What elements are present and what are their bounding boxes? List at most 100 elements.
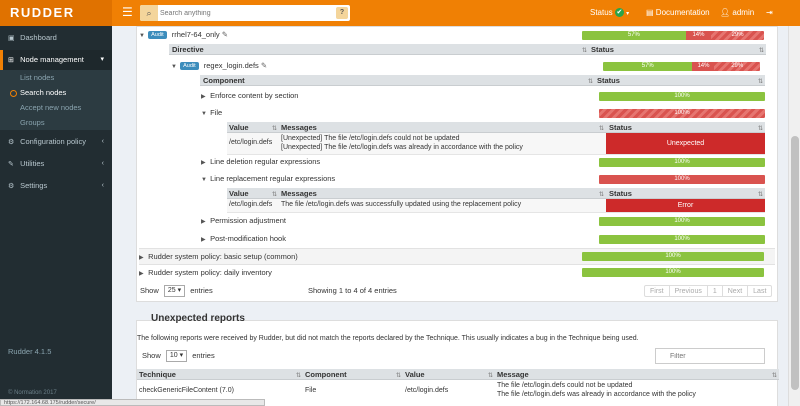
header-label: Component xyxy=(305,370,347,379)
component-compliance-bar: 100% xyxy=(599,235,765,244)
sidebar-subitem-search-nodes[interactable]: Search nodes xyxy=(0,85,112,100)
page-length-select[interactable]: 10 ▾ xyxy=(165,350,188,363)
status-ok-icon: ✔ xyxy=(614,8,624,18)
sidebar-subitem-groups[interactable]: Groups xyxy=(0,115,112,130)
page-length-value: 25 xyxy=(167,287,176,295)
user-menu[interactable]: 👤︎ admin xyxy=(720,0,754,26)
caret-right-icon: ▶ xyxy=(139,271,144,277)
value-column-header[interactable]: Value ⇅ xyxy=(227,188,279,199)
logout-icon[interactable]: ⇥ xyxy=(766,0,773,26)
value-status-header[interactable]: Status ⇅ xyxy=(606,122,765,133)
page-previous-button[interactable]: Previous xyxy=(670,286,708,296)
sidebar-item-node-management[interactable]: ⊞ Node management ▾ xyxy=(0,50,112,70)
rule-compliance-bar: 100% xyxy=(582,252,764,261)
entries-label: entries xyxy=(190,286,213,295)
sort-icon: ⇅ xyxy=(581,48,587,54)
search-icon: ⌕ xyxy=(140,5,158,21)
main-content: ▼ Audit rrhel7-64_only ✎ 57% 14% 29% Dir… xyxy=(112,26,788,406)
sidebar-subitem-accept-nodes[interactable]: Accept new nodes xyxy=(0,100,112,115)
component-row[interactable]: ▼ Line replacement regular expressions xyxy=(201,171,335,187)
rule-name: Rudder system policy: daily inventory xyxy=(148,268,272,277)
value-status-header[interactable]: Status ⇅ xyxy=(606,188,765,199)
success-segment: 100% xyxy=(582,268,764,277)
filter-input[interactable] xyxy=(655,348,765,364)
success-segment: 100% xyxy=(599,235,765,244)
page-1-button[interactable]: 1 xyxy=(708,286,723,296)
sidebar-item-dashboard[interactable]: ▣ Dashboard xyxy=(0,28,112,48)
status-header-label: Status xyxy=(591,45,614,54)
status-column-header[interactable]: Status ⇅ xyxy=(589,44,766,55)
chevron-down-icon: ▾ xyxy=(100,56,104,63)
directive-column-header[interactable]: Directive ⇅ xyxy=(169,44,589,55)
search-input[interactable] xyxy=(160,7,320,19)
sidebar-item-label: Utilities xyxy=(20,159,45,168)
rudder-logo[interactable]: RUDDER xyxy=(0,0,112,26)
messages-column-header[interactable]: Messages ⇅ xyxy=(279,122,606,133)
status-cell-error: Error xyxy=(606,199,765,212)
menu-toggle-icon[interactable]: ☰ xyxy=(122,6,133,18)
error-segment: 100% xyxy=(599,175,765,184)
copyright-label: © Normation 2017 xyxy=(8,390,57,396)
wrench-icon: ✎ xyxy=(8,161,14,168)
caret-down-icon: ▼ xyxy=(171,64,177,70)
scrollbar-thumb[interactable] xyxy=(791,136,799,390)
book-icon: ▤ xyxy=(646,8,654,17)
status-menu[interactable]: Status ✔ ▾ xyxy=(590,0,629,26)
page-last-button[interactable]: Last xyxy=(748,286,771,296)
edit-icon[interactable]: ✎ xyxy=(261,61,267,70)
sidebar-item-configuration-policy[interactable]: ⚙ Configuration policy ‹ xyxy=(0,132,112,152)
messages-header-label: Messages xyxy=(281,189,317,198)
search-help-icon[interactable]: ? xyxy=(336,7,348,19)
chevron-left-icon: ‹ xyxy=(101,182,104,189)
top-navbar: RUDDER ☰ ⌕ ? Status ✔ ▾ ▤ Documentation … xyxy=(0,0,800,26)
version-label: Rudder 4.1.5 xyxy=(8,347,52,356)
chevron-left-icon: ‹ xyxy=(101,160,104,167)
component-column-header[interactable]: Component ⇅ xyxy=(303,369,403,380)
sitemap-icon: ⊞ xyxy=(8,57,14,64)
directive-header-label: Directive xyxy=(172,45,204,54)
component-row[interactable]: ▶ Permission adjustment xyxy=(201,213,286,229)
edit-icon[interactable]: ✎ xyxy=(222,30,228,39)
sidebar-subitem-list-nodes[interactable]: List nodes xyxy=(0,70,112,85)
message-line: [Unexpected] The file /etc/login.defs wa… xyxy=(281,144,523,151)
messages-column-header[interactable]: Messages ⇅ xyxy=(279,188,606,199)
table-row: checkGenericFileContent (7.0) File /etc/… xyxy=(137,381,779,401)
success-segment: 100% xyxy=(599,92,765,101)
value-column-header[interactable]: Value ⇅ xyxy=(227,122,279,133)
value-column-header[interactable]: Value ⇅ xyxy=(403,369,495,380)
value-cell: /etc/login.defs xyxy=(229,201,273,208)
sidebar-item-utilities[interactable]: ✎ Utilities ‹ xyxy=(0,154,112,174)
rule-name: Rudder system policy: basic setup (commo… xyxy=(148,252,298,261)
message-line: The file /etc/login.defs was successfull… xyxy=(281,201,522,208)
sidebar-item-label: Node management xyxy=(20,55,84,64)
component-column-header[interactable]: Component ⇅ xyxy=(200,75,595,86)
sort-icon: ⇅ xyxy=(757,79,763,85)
value-row: /etc/login.defs The file /etc/login.defs… xyxy=(227,199,765,213)
documentation-link[interactable]: ▤ Documentation xyxy=(646,0,710,26)
sidebar-item-settings[interactable]: ⚙ Settings ‹ xyxy=(0,176,112,196)
page-first-button[interactable]: First xyxy=(645,286,670,296)
success-segment: 100% xyxy=(582,252,764,261)
component-row[interactable]: ▶ Line deletion regular expressions xyxy=(201,154,320,170)
caret-right-icon: ▶ xyxy=(201,94,206,100)
component-name: Enforce content by section xyxy=(210,91,299,100)
component-row[interactable]: ▶ Post-modification hook xyxy=(201,231,286,247)
page-next-button[interactable]: Next xyxy=(723,286,749,296)
caret-down-icon: ▼ xyxy=(139,33,145,39)
component-status-header[interactable]: Status ⇅ xyxy=(595,75,765,86)
sidebar-item-label: Settings xyxy=(20,181,48,190)
component-name: Line deletion regular expressions xyxy=(210,157,321,166)
error-segment: 14% xyxy=(685,31,712,40)
page-scrollbar[interactable] xyxy=(788,26,800,406)
component-row[interactable]: ▶ Enforce content by section xyxy=(201,88,298,104)
page-length-select[interactable]: 25 ▾ xyxy=(163,285,186,298)
caret-down-icon: ▼ xyxy=(201,177,207,183)
technique-column-header[interactable]: Technique ⇅ xyxy=(137,369,303,380)
status-cell-unexpected: Unexpected xyxy=(606,133,765,154)
directive-compliance-bar: 57% 14% 29% xyxy=(603,62,760,71)
header-label: Message xyxy=(497,370,529,379)
component-name: Line replacement regular expressions xyxy=(210,174,336,183)
message-column-header[interactable]: Message ⇅ xyxy=(495,369,779,380)
technique-cell: checkGenericFileContent (7.0) xyxy=(139,387,234,394)
component-row[interactable]: ▼ File xyxy=(201,105,222,121)
